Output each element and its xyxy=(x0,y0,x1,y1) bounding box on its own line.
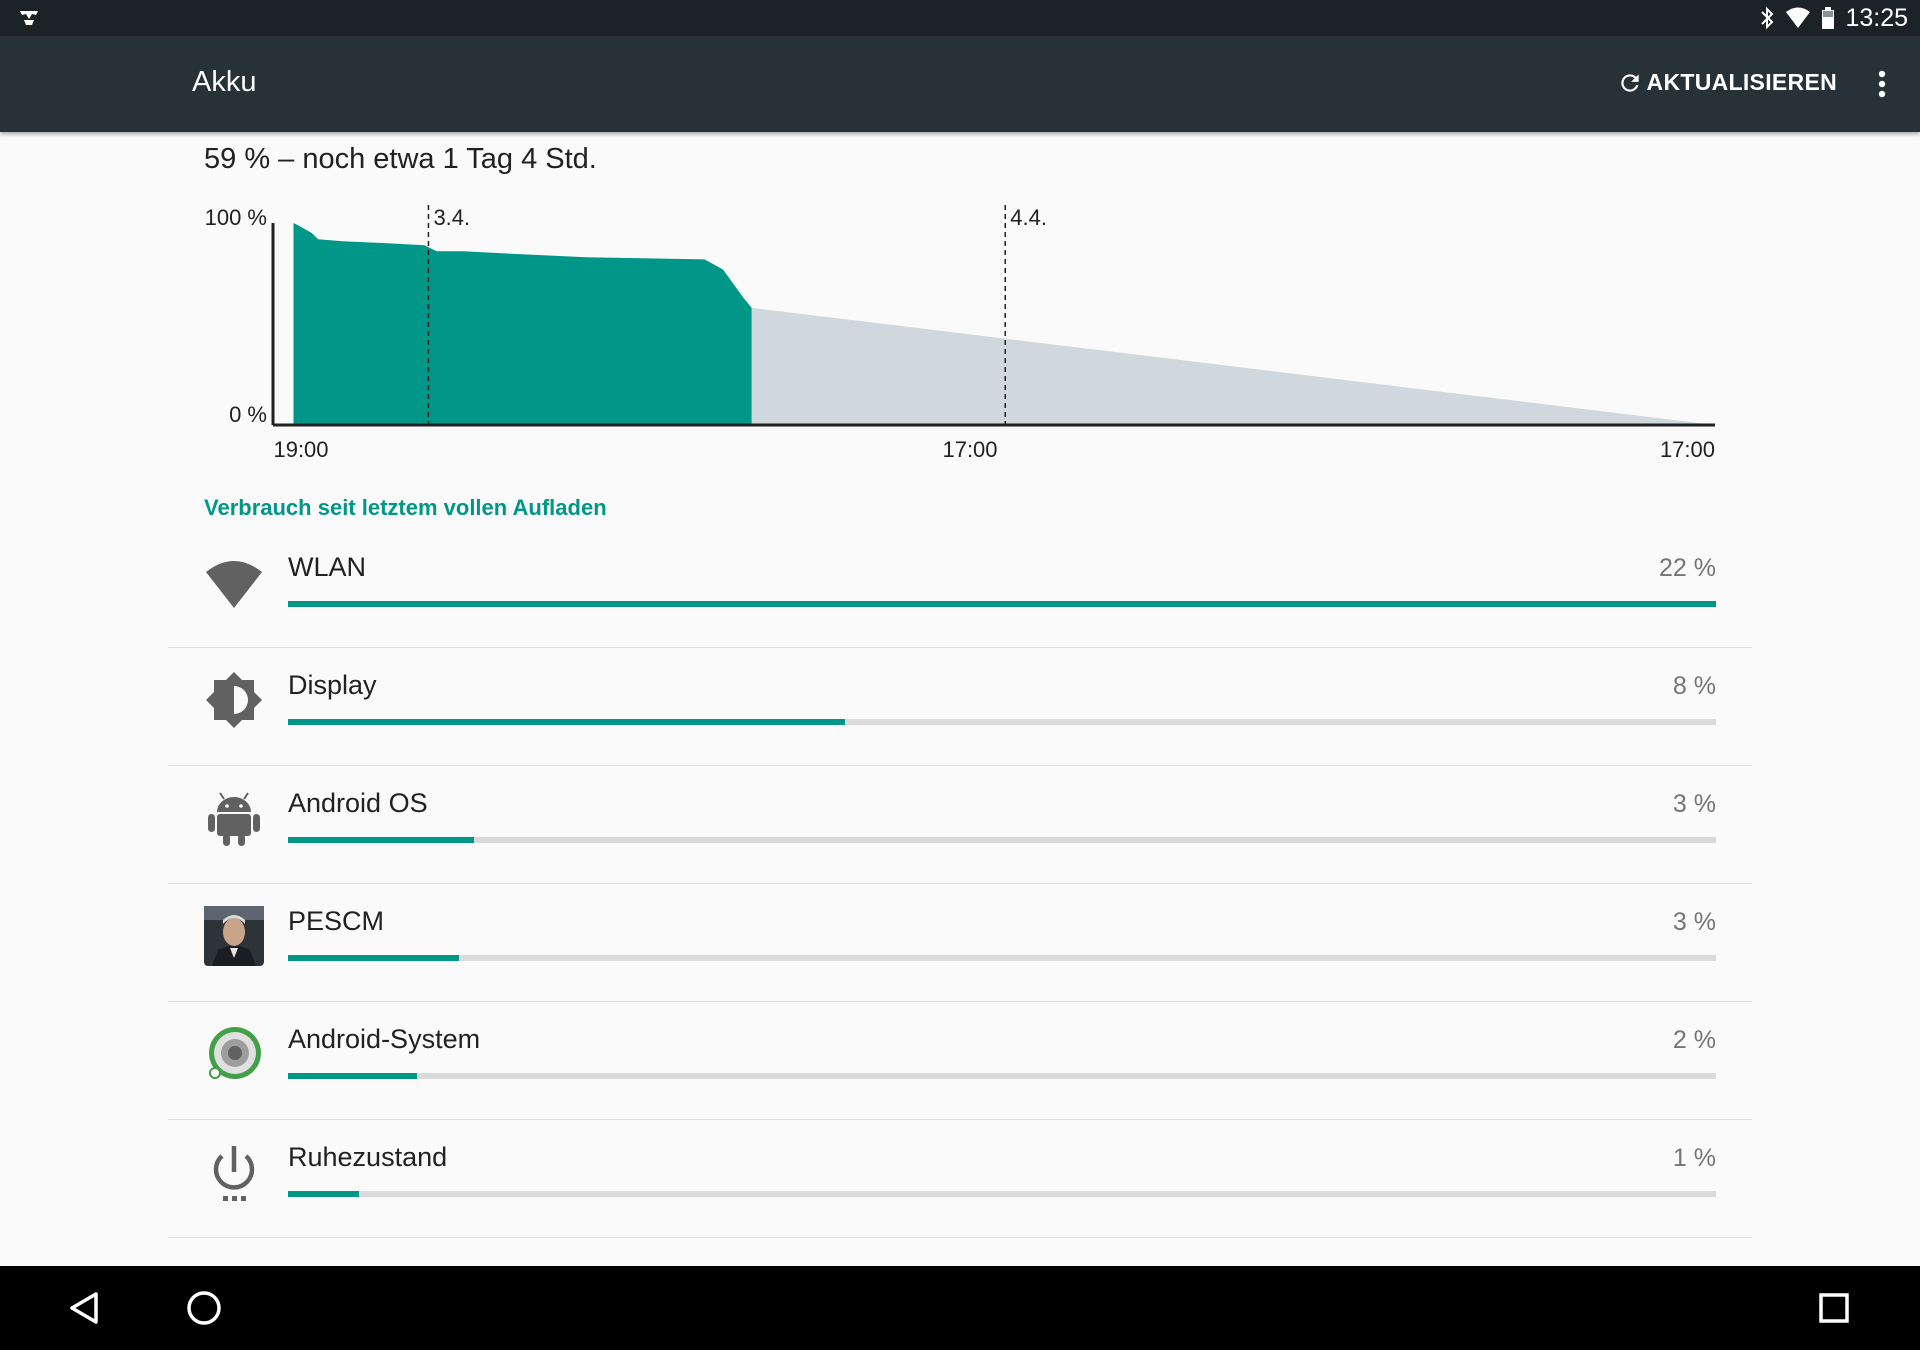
android-system-icon xyxy=(209,1027,261,1079)
status-bar: 13:25 xyxy=(0,0,1920,36)
power-standby-icon xyxy=(213,1146,255,1201)
refresh-button[interactable]: AKTUALISIEREN xyxy=(1617,69,1837,96)
back-icon[interactable] xyxy=(64,1288,104,1328)
more-vert-icon[interactable] xyxy=(1864,66,1900,102)
usage-bar xyxy=(288,837,1716,843)
battery-chart: 3.4. 4.4. 100 % 0 % 19:00 17:00 17:00 xyxy=(205,205,1715,462)
wifi-icon xyxy=(206,561,262,608)
usage-label: Android-System xyxy=(288,1024,481,1054)
android-icon xyxy=(208,792,260,846)
pescm-app-icon xyxy=(204,906,264,966)
usage-percent: 3 % xyxy=(1672,790,1716,818)
usage-label: Ruhezustand xyxy=(288,1142,448,1172)
usage-item-wlan[interactable]: WLAN 22 % xyxy=(168,530,1752,648)
y-tick-label: 100 % xyxy=(205,205,267,230)
day-marker-label: 4.4. xyxy=(1010,205,1047,230)
usage-bar xyxy=(288,955,1716,961)
usage-label: Android OS xyxy=(288,788,428,818)
page-title: Akku xyxy=(192,66,257,98)
x-tick-label: 19:00 xyxy=(273,437,328,462)
battery-summary: 59 % – noch etwa 1 Tag 4 Std. xyxy=(204,143,597,175)
x-tick-label: 17:00 xyxy=(1660,437,1715,462)
usage-bar-fill xyxy=(288,601,1716,607)
day-marker-label: 3.4. xyxy=(433,205,470,230)
status-icons: 13:25 xyxy=(1759,4,1908,32)
battery-icon xyxy=(1822,7,1835,29)
usage-bar xyxy=(288,1073,1716,1079)
usage-percent: 1 % xyxy=(1672,1144,1716,1172)
recents-icon[interactable] xyxy=(1816,1290,1852,1326)
app-bar: Akku AKTUALISIEREN xyxy=(0,36,1920,132)
usage-label: PESCM xyxy=(288,906,385,936)
usage-item-display[interactable]: Display 8 % xyxy=(168,648,1752,766)
usage-list: WLAN 22 % Display 8 % Android OS 3 % PES… xyxy=(168,530,1752,1238)
wifi-icon xyxy=(1786,7,1811,28)
usage-bar xyxy=(288,601,1716,607)
refresh-icon xyxy=(1620,73,1639,92)
history-area xyxy=(293,223,752,425)
usage-bar-fill xyxy=(288,1073,417,1079)
refresh-label: AKTUALISIEREN xyxy=(1646,69,1837,95)
x-tick-label: 17:00 xyxy=(942,437,997,462)
usage-bar xyxy=(288,1191,1716,1197)
usage-label: Display xyxy=(288,670,377,700)
usage-percent: 8 % xyxy=(1672,672,1716,700)
y-tick-label: 0 % xyxy=(229,402,267,427)
section-header: Verbrauch seit letztem vollen Aufladen xyxy=(204,495,607,520)
bluetooth-icon xyxy=(1761,6,1774,30)
usage-bar xyxy=(288,719,1716,725)
usage-label: WLAN xyxy=(288,552,367,582)
usage-item-android-os[interactable]: Android OS 3 % xyxy=(168,766,1752,884)
usage-bar-fill xyxy=(288,1191,360,1197)
usage-bar-fill xyxy=(288,955,460,961)
usage-item-pescm[interactable]: PESCM 3 % xyxy=(168,884,1752,1002)
usage-item-android-system[interactable]: Android-System 2 % xyxy=(168,1002,1752,1120)
brightness-icon xyxy=(206,672,262,728)
status-time: 13:25 xyxy=(1845,3,1908,32)
usage-percent: 3 % xyxy=(1672,908,1716,936)
app-notification-icon xyxy=(20,11,38,25)
usage-bar-fill xyxy=(288,719,845,725)
usage-percent: 22 % xyxy=(1659,554,1716,582)
usage-percent: 2 % xyxy=(1672,1026,1716,1054)
forecast-area xyxy=(751,307,1715,425)
home-icon[interactable] xyxy=(184,1288,224,1328)
usage-bar-fill xyxy=(288,837,474,843)
usage-item-ruhezustand[interactable]: Ruhezustand 1 % xyxy=(168,1120,1752,1238)
navigation-bar xyxy=(0,1266,1920,1350)
